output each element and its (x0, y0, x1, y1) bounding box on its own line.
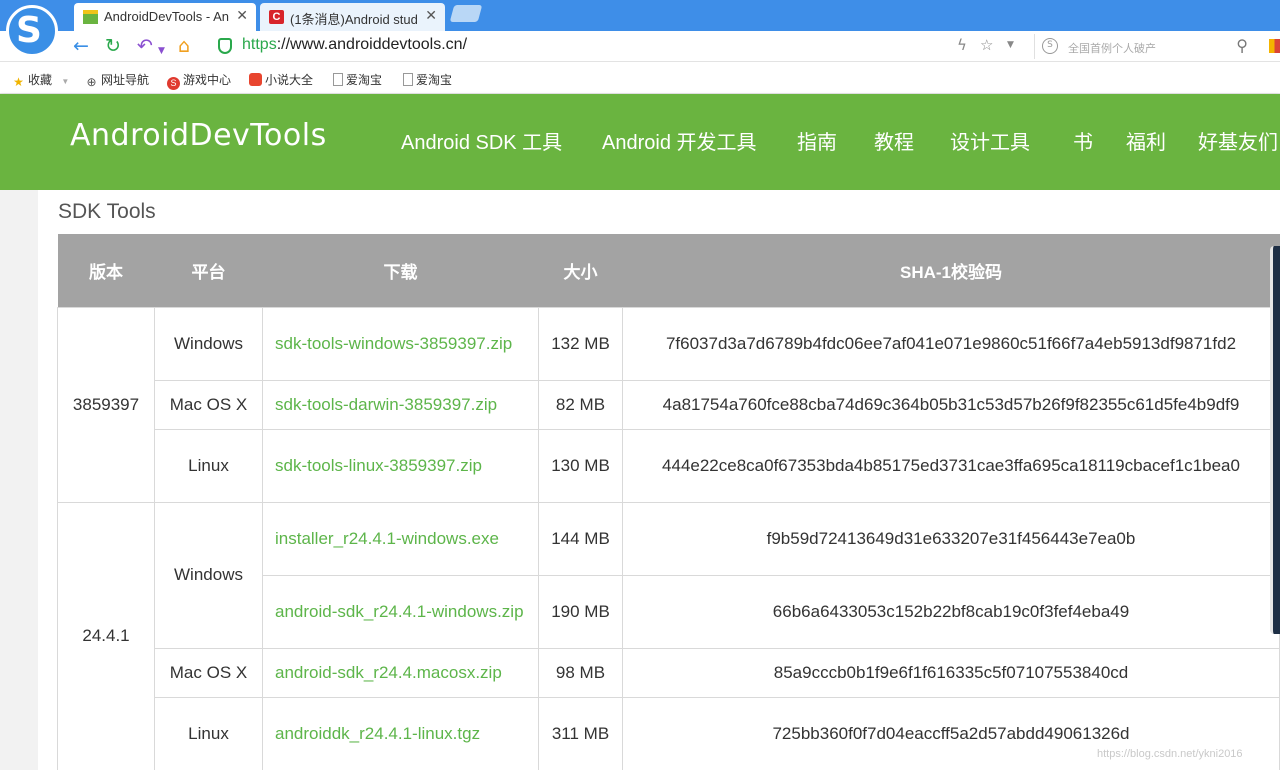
search-input[interactable]: 全国首例个人破产 (1068, 40, 1156, 56)
undo-icon[interactable]: ↶ (137, 35, 153, 57)
table-row: 3859397 Windows sdk-tools-windows-385939… (57, 306, 1280, 503)
size-cell: 130 MB (538, 428, 623, 503)
address-bar: ← ↻ ↶ ▼ ⌂ https://www.androiddevtools.cn… (0, 31, 1280, 62)
header-platform: 平台 (154, 234, 263, 307)
nav-tutorials[interactable]: 教程 (874, 126, 914, 155)
header-size: 大小 (538, 234, 623, 307)
bookmark-novels[interactable]: 小说大全 (249, 71, 313, 88)
url-field[interactable]: https://www.androiddevtools.cn/ (242, 36, 467, 54)
bookmark-web-nav[interactable]: ⊕ 网址导航 (85, 71, 149, 89)
new-tab-button[interactable] (449, 5, 483, 22)
browser-tab-strip: AndroidDevTools - An ✕ C (1条消息)Android s… (0, 0, 1280, 31)
main-content: SDK Tools 版本 平台 下载 大小 SHA-1校验码 3859397 W… (0, 190, 1280, 770)
tab-title: (1条消息)Android stud (290, 12, 418, 27)
site-logo[interactable]: AndroidDevTools (70, 118, 327, 153)
close-icon[interactable]: ✕ (425, 7, 437, 24)
platform-cell: Mac OS X (154, 647, 263, 698)
table-row: 24.4.1 Windows installer_r24.4.1-windows… (57, 501, 1280, 770)
platform-cell: Linux (154, 696, 263, 770)
book-icon (249, 73, 262, 86)
size-cell: 190 MB (538, 574, 623, 649)
search-engine-icon[interactable]: S (1042, 38, 1058, 54)
bookmark-aitaobao-2[interactable]: 爱淘宝 (403, 71, 452, 88)
download-link[interactable]: sdk-tools-windows-3859397.zip (262, 306, 539, 381)
bookmark-game-center[interactable]: S 游戏中心 (167, 71, 231, 90)
sdk-tools-table: 版本 平台 下载 大小 SHA-1校验码 3859397 Windows sdk… (57, 234, 1280, 770)
bookmark-aitaobao-1[interactable]: 爱淘宝 (333, 71, 382, 88)
nav-android-dev-tools[interactable]: Android 开发工具 (602, 126, 757, 155)
size-cell: 98 MB (538, 647, 623, 698)
search-box[interactable]: S 全国首例个人破产 ⚲ (1034, 34, 1254, 59)
nav-guides[interactable]: 指南 (797, 126, 837, 155)
sha1-cell: f9b59d72413649d31e633207e31f456443e7ea0b (622, 501, 1280, 576)
download-link[interactable]: android-sdk_r24.4.1-windows.zip (262, 574, 539, 649)
tab-title: AndroidDevTools - An (104, 9, 230, 24)
undo-dropdown-icon[interactable]: ▼ (158, 40, 165, 62)
sha1-cell: 7f6037d3a7d6789b4fdc06ee7af041e071e9860c… (622, 306, 1280, 381)
game-icon: S (167, 77, 180, 90)
size-cell: 311 MB (538, 696, 623, 770)
chevron-down-icon[interactable]: ▼ (1007, 40, 1014, 50)
star-icon: ★ (13, 75, 24, 89)
page-icon (403, 73, 413, 86)
tab-csdn[interactable]: C (1条消息)Android stud ✕ (260, 3, 445, 31)
nav-design-tools[interactable]: 设计工具 (950, 126, 1030, 155)
platform-cell: Windows (154, 306, 263, 381)
lightning-icon[interactable]: ϟ (957, 36, 967, 54)
download-link[interactable]: sdk-tools-darwin-3859397.zip (262, 379, 539, 430)
apps-icon[interactable] (1269, 39, 1280, 53)
download-link[interactable]: installer_r24.4.1-windows.exe (262, 501, 539, 576)
refresh-icon[interactable]: ↻ (105, 35, 121, 57)
download-link[interactable]: sdk-tools-linux-3859397.zip (262, 428, 539, 503)
home-icon[interactable]: ⌂ (178, 35, 190, 57)
chevron-down-icon: ▼ (61, 77, 70, 86)
side-widget-scrollbar[interactable] (1270, 246, 1280, 634)
sogou-browser-logo-icon[interactable]: S (6, 5, 58, 57)
sha1-cell: 4a81754a760fce88cba74d69c364b05b31c53d57… (622, 379, 1280, 430)
page-icon (333, 73, 343, 86)
section-title: SDK Tools (58, 200, 156, 223)
sha1-cell: 66b6a6433053c152b22bf8cab19c0f3fef4eba49 (622, 574, 1280, 649)
sha1-cell: 85a9cccb0b1f9e6f1f616335c5f07107553840cd (622, 647, 1280, 698)
platform-cell: Linux (154, 428, 263, 503)
globe-icon: ⊕ (86, 75, 97, 89)
version-cell: 24.4.1 (57, 501, 155, 770)
bookmarks-bar: ★ 收藏 ▼ ⊕ 网址导航 S 游戏中心 小说大全 爱淘宝 爱淘宝 (0, 62, 1280, 94)
content-panel: SDK Tools 版本 平台 下载 大小 SHA-1校验码 3859397 W… (38, 190, 1280, 770)
table-row: Mac OS X android-sdk_r24.4.macosx.zip 98… (58, 647, 1280, 698)
size-cell: 132 MB (538, 306, 623, 381)
nav-welfare[interactable]: 福利 (1126, 126, 1166, 155)
table-row: Linux sdk-tools-linux-3859397.zip 130 MB… (58, 428, 1280, 503)
androiddevtools-favicon-icon (83, 10, 98, 24)
site-header: AndroidDevTools Android SDK 工具 Android 开… (0, 94, 1280, 190)
sha1-cell: 444e22ce8ca0f67353bda4b85175ed3731cae3ff… (622, 428, 1280, 503)
bookmark-favorites[interactable]: ★ 收藏 ▼ (12, 71, 69, 89)
table-row: Mac OS X sdk-tools-darwin-3859397.zip 82… (58, 379, 1280, 430)
size-cell: 82 MB (538, 379, 623, 430)
star-icon[interactable]: ☆ (980, 36, 993, 54)
header-download: 下载 (262, 234, 539, 307)
download-link[interactable]: android-sdk_r24.4.macosx.zip (262, 647, 539, 698)
nav-friends[interactable]: 好基友们 (1198, 126, 1278, 155)
search-icon[interactable]: ⚲ (1236, 36, 1248, 55)
secure-shield-icon (218, 38, 232, 54)
watermark: https://blog.csdn.net/ykni2016 (1097, 748, 1243, 760)
size-cell: 144 MB (538, 501, 623, 576)
header-sha1: SHA-1校验码 (622, 234, 1280, 307)
nav-android-sdk-tools[interactable]: Android SDK 工具 (401, 126, 562, 155)
download-link[interactable]: androiddk_r24.4.1-linux.tgz (262, 696, 539, 770)
csdn-favicon-icon: C (269, 10, 284, 24)
platform-cell: Windows (154, 501, 263, 649)
table-header-row: 版本 平台 下载 大小 SHA-1校验码 (57, 234, 1280, 307)
header-version: 版本 (57, 234, 155, 307)
version-cell: 3859397 (57, 306, 155, 503)
tab-androiddevtools[interactable]: AndroidDevTools - An ✕ (74, 3, 256, 31)
nav-books[interactable]: 书 (1073, 126, 1093, 155)
close-icon[interactable]: ✕ (236, 7, 248, 24)
platform-cell: Mac OS X (154, 379, 263, 430)
back-icon[interactable]: ← (73, 35, 89, 57)
